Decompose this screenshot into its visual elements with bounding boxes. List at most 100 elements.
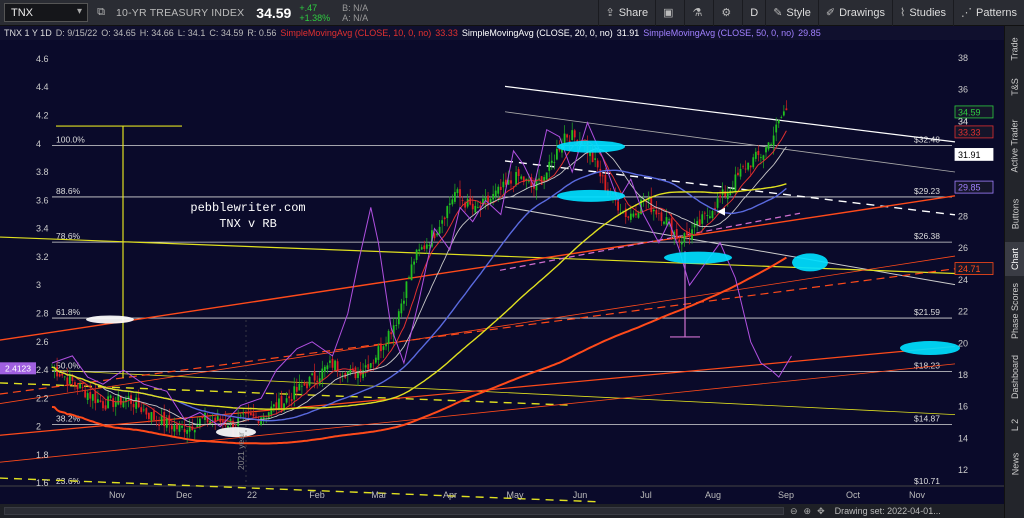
- studies-button[interactable]: ⌇ Studies: [891, 0, 953, 26]
- candle-body: [94, 390, 97, 404]
- share-icon: ⇪: [605, 7, 615, 19]
- candle-body: [145, 408, 148, 415]
- highlight-ellipse[interactable]: [557, 140, 625, 153]
- candle-body: [726, 192, 729, 199]
- highlight-ellipse[interactable]: [900, 341, 960, 356]
- candle-body: [782, 111, 785, 116]
- sidebar-tab-t-s[interactable]: T&S: [1005, 68, 1024, 106]
- symbol-input[interactable]: TNX ▾: [4, 3, 88, 22]
- left-axis-tick: 2.2: [36, 393, 49, 403]
- candle-body: [183, 428, 186, 433]
- highlight-ellipse[interactable]: [86, 315, 134, 324]
- zoom-in-icon[interactable]: ⊕: [804, 506, 812, 517]
- candle-body: [553, 162, 556, 163]
- candle-body: [290, 399, 293, 402]
- price-chart[interactable]: 100.0% $32.4888.6% $29.2378.6% $26.3861.8% $…: [0, 40, 1004, 504]
- candle-body: [420, 247, 423, 250]
- sidebar-tab-news[interactable]: News: [1005, 442, 1024, 486]
- screenshot-button[interactable]: ▣: [655, 0, 684, 26]
- candle-body: [247, 412, 250, 415]
- style-icon: ✎: [773, 7, 783, 19]
- sidebar-tab-trade[interactable]: Trade: [1005, 30, 1024, 68]
- bid-value: B: N/A: [342, 2, 369, 13]
- x-axis-tick: Mar: [371, 490, 387, 500]
- year-divider-label: 2021 year: [236, 432, 246, 470]
- candle-body: [466, 198, 469, 207]
- candle-body: [487, 195, 489, 203]
- sidebar-tab-dashboard[interactable]: Dashboard: [1005, 346, 1024, 408]
- share-button[interactable]: ⇪ Share: [597, 0, 656, 26]
- candle-body: [97, 399, 99, 403]
- x-axis-tick: Feb: [309, 490, 325, 500]
- patterns-button[interactable]: ⋰ Patterns: [953, 0, 1024, 26]
- candle-body: [454, 192, 456, 202]
- right-axis-tick: 14: [958, 433, 968, 443]
- candle-body: [515, 172, 517, 186]
- candle-body: [140, 407, 143, 413]
- candle-body: [461, 200, 464, 201]
- studies-label: Studies: [909, 6, 947, 19]
- candle-body: [99, 400, 102, 402]
- candle-body: [112, 398, 115, 408]
- flask-button[interactable]: ⚗: [684, 0, 713, 26]
- sidebar-tab-phase-scores[interactable]: Phase Scores: [1005, 276, 1024, 346]
- style-button[interactable]: ✎ Style: [765, 0, 818, 26]
- legend-sma20[interactable]: SimpleMovingAvg (CLOSE, 20, 0, no): [462, 28, 613, 38]
- legend-sma50[interactable]: SimpleMovingAvg (CLOSE, 50, 0, no): [643, 28, 794, 38]
- candle-body: [423, 245, 426, 250]
- timeframe-button[interactable]: D: [742, 0, 765, 26]
- legend-sma10[interactable]: SimpleMovingAvg (CLOSE, 10, 0, no): [280, 28, 431, 38]
- candle-body: [658, 213, 660, 215]
- candle-body: [438, 226, 441, 234]
- link-icon[interactable]: ⧉: [92, 4, 110, 22]
- candle-body: [364, 365, 367, 368]
- fib-level-pct: 88.6%: [56, 186, 81, 196]
- sidebar-tab-chart[interactable]: Chart: [1005, 242, 1024, 276]
- candle-body: [150, 412, 153, 421]
- highlight-ellipse[interactable]: [664, 251, 732, 264]
- candle-body: [594, 158, 597, 160]
- candle-body: [63, 376, 66, 378]
- highlight-ellipse[interactable]: [557, 189, 625, 202]
- candle-body: [374, 357, 377, 363]
- candle-body: [403, 300, 405, 304]
- candle-body: [780, 117, 783, 118]
- zoom-out-icon[interactable]: ⊖: [790, 506, 798, 517]
- x-axis-tick: Nov: [909, 490, 926, 500]
- legend-close: C: 34.59: [209, 28, 244, 38]
- highlight-ellipse[interactable]: [792, 253, 828, 272]
- candle-body: [742, 166, 744, 168]
- gear-icon: ⚙: [721, 7, 732, 19]
- legend-sma10-value: 33.33: [435, 28, 458, 38]
- fib-level-value: $18.23: [914, 360, 940, 370]
- candle-body: [701, 214, 704, 224]
- candle-body: [632, 213, 635, 217]
- candle-body: [770, 144, 772, 145]
- fib-level-value: $26.38: [914, 231, 940, 241]
- sidebar-tab-label: T&S: [1009, 78, 1020, 96]
- settings-button[interactable]: ⚙: [713, 0, 742, 26]
- candle-body: [242, 413, 245, 415]
- candle-body: [400, 303, 403, 314]
- candle-body: [665, 217, 668, 225]
- candle-body: [316, 380, 319, 383]
- candle-body: [719, 195, 721, 198]
- right-axis-tick: 24: [958, 275, 968, 285]
- left-axis-tick: 3.6: [36, 195, 49, 205]
- price-change: +.47 +1.38%: [299, 3, 330, 23]
- study-legend: TNX 1 Y 1D D: 9/15/22 O: 34.65 H: 34.66 …: [0, 26, 1004, 40]
- candle-body: [566, 134, 568, 138]
- sidebar-tab-active-trader[interactable]: Active Trader: [1005, 106, 1024, 186]
- candle-body: [221, 420, 224, 423]
- sidebar-tab-buttons[interactable]: Buttons: [1005, 186, 1024, 242]
- left-price-flag: 2.4123: [5, 363, 31, 373]
- drawings-button[interactable]: ✐ Drawings: [817, 0, 892, 26]
- sidebar-tab-label: Buttons: [1010, 198, 1020, 230]
- candle-body: [459, 189, 461, 197]
- time-scrollbar[interactable]: [4, 507, 784, 515]
- candle-body: [86, 393, 89, 400]
- pan-icon[interactable]: ✥: [817, 506, 825, 517]
- candle-body: [760, 157, 762, 158]
- candle-body: [675, 229, 678, 240]
- sidebar-tab-l-2[interactable]: L 2: [1005, 408, 1024, 442]
